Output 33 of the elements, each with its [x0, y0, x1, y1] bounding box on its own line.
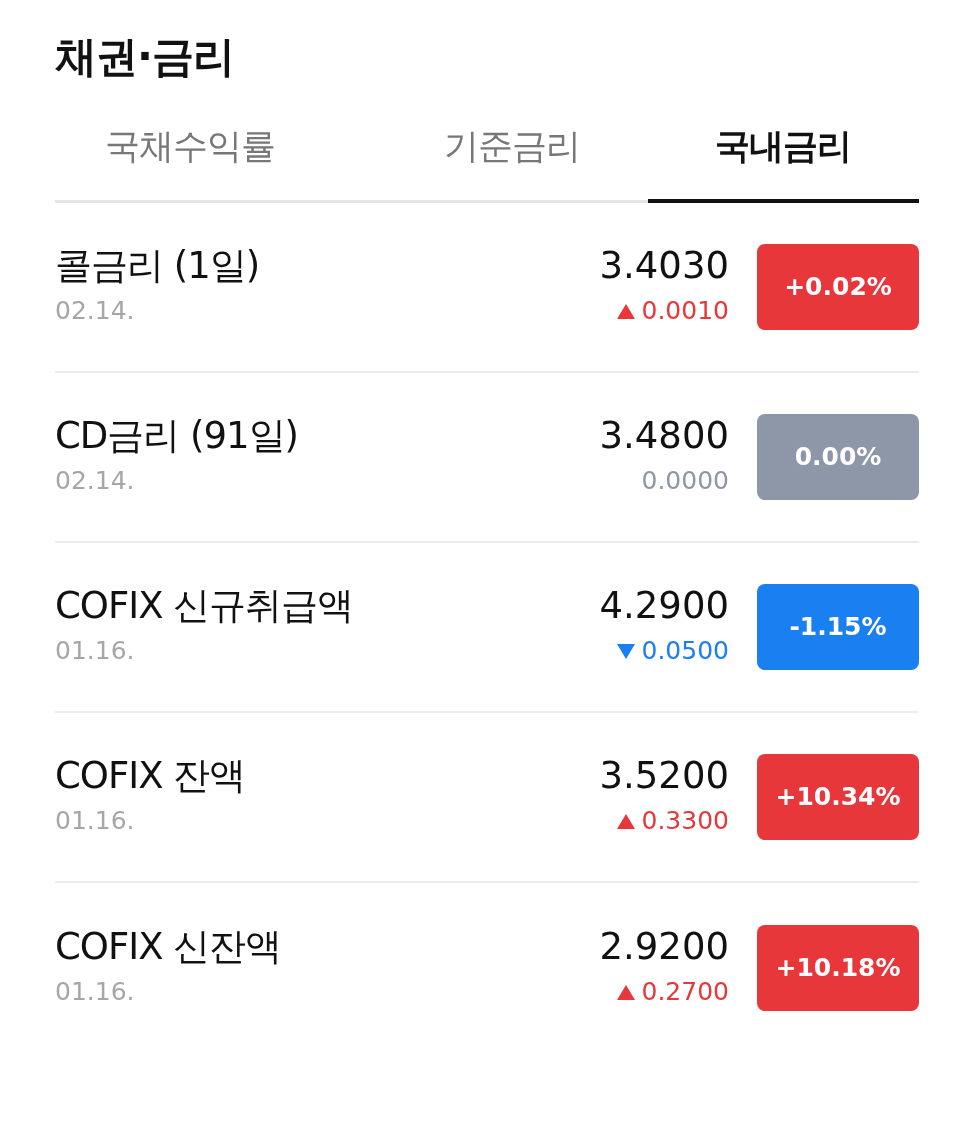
- change-value: 0.3300: [641, 805, 729, 838]
- change-value: 0.0500: [641, 635, 729, 668]
- rate-value: 2.9200: [599, 924, 729, 970]
- up-triangle-icon: [615, 302, 636, 320]
- change-value: 0.0010: [641, 295, 729, 328]
- rate-date: 02.14.: [55, 465, 136, 498]
- rate-value: 3.4800: [599, 413, 729, 459]
- change-percent: -1.15%: [757, 583, 919, 670]
- rate-date: 01.16.: [55, 805, 136, 838]
- page-title: 채권·금리: [55, 32, 235, 83]
- rate-name: COFIX 잔액: [55, 753, 247, 799]
- rate-value: 4.2900: [599, 583, 729, 629]
- rate-date: 01.16.: [55, 635, 136, 668]
- tab[interactable]: 국내금리: [647, 120, 919, 203]
- tab[interactable]: 국채수익률: [55, 120, 377, 203]
- rate-value: 3.4030: [599, 243, 729, 289]
- rate-name: 콜금리 (1일): [55, 243, 261, 289]
- up-triangle-icon: [615, 812, 636, 830]
- change-percent: +10.34%: [757, 753, 919, 840]
- change-value: 0.0000: [641, 465, 729, 498]
- rate-name: CD금리 (91일): [55, 413, 300, 459]
- rate-value: 3.5200: [599, 753, 729, 799]
- change-value: 0.2700: [641, 976, 729, 1009]
- change-percent: +0.02%: [757, 243, 919, 330]
- rate-date: 02.14.: [55, 295, 136, 328]
- tab[interactable]: 기준금리: [376, 120, 648, 203]
- rate-date: 01.16.: [55, 976, 136, 1009]
- rate-name: COFIX 신규취급액: [55, 583, 355, 629]
- up-triangle-icon: [615, 983, 636, 1001]
- down-triangle-icon: [615, 642, 636, 660]
- change-percent: 0.00%: [757, 413, 919, 500]
- rate-name: COFIX 신잔액: [55, 924, 283, 970]
- change-percent: +10.18%: [757, 924, 919, 1011]
